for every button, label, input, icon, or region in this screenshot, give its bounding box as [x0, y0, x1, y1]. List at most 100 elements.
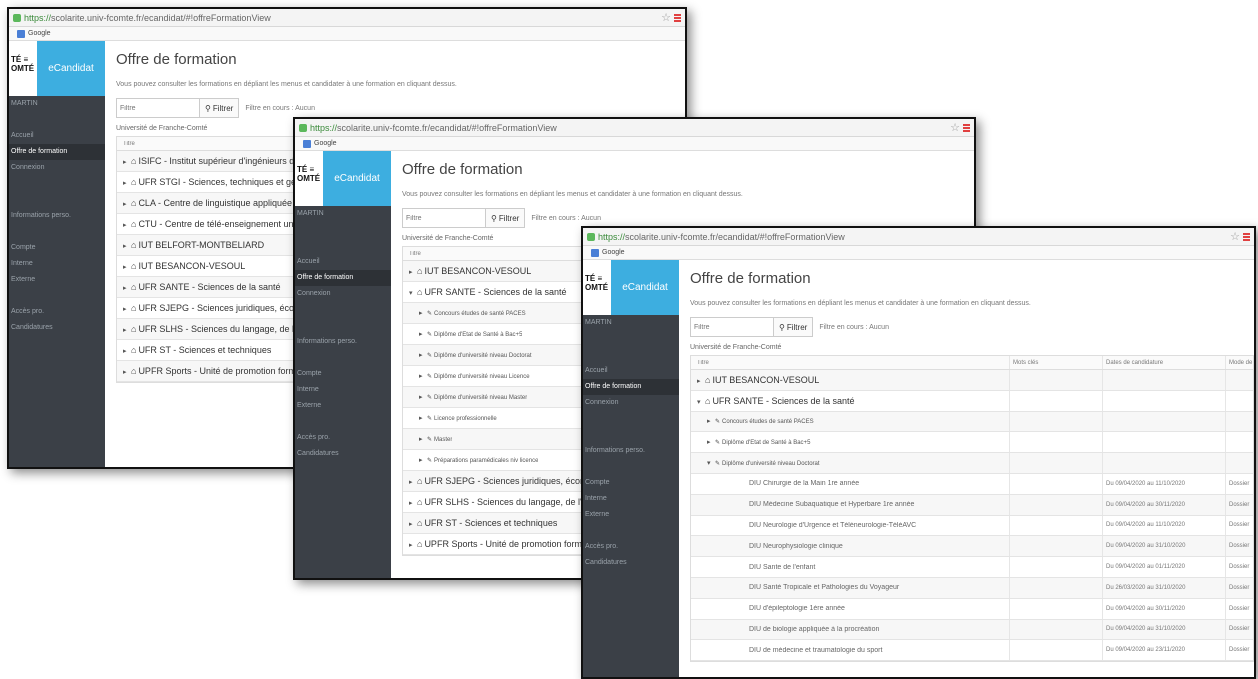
- filter-button[interactable]: ⚲ Filtrer: [486, 208, 526, 228]
- chevron-right-icon[interactable]: ▸: [123, 368, 131, 376]
- table-row[interactable]: ▾ ✎ Diplôme d'université niveau Doctorat: [691, 453, 1253, 474]
- sidebar-item[interactable]: Interne: [295, 382, 391, 398]
- sidebar-item[interactable]: Externe: [295, 398, 391, 414]
- chevron-right-icon[interactable]: ▸: [123, 284, 131, 292]
- sidebar-item[interactable]: Connexion: [583, 395, 679, 411]
- bookmark-google[interactable]: Google: [28, 30, 51, 37]
- chevron-right-icon[interactable]: ▸: [419, 351, 427, 359]
- row-title[interactable]: ▸ ✎ Diplôme d'université niveau Licence: [403, 372, 530, 380]
- row-title[interactable]: DIU Chirurgie de la Main 1re année: [691, 480, 1009, 487]
- chevron-right-icon[interactable]: ▸: [123, 221, 131, 229]
- table-row[interactable]: ▸ ⌂ IUT BESANCON-VESOUL: [691, 370, 1253, 391]
- table-row[interactable]: DIU Neurophysiologie clinique Du 09/04/20…: [691, 536, 1253, 558]
- row-title[interactable]: ▸ ✎ Concours études de santé PACES: [691, 417, 1009, 425]
- sidebar-item[interactable]: Accueil: [9, 128, 105, 144]
- row-title[interactable]: ▸ ✎ Concours études de santé PACES: [403, 309, 526, 317]
- row-title[interactable]: DIU Médecine Subaquatique et Hyperbare 1…: [691, 501, 1009, 508]
- chevron-right-icon[interactable]: ▸: [419, 330, 427, 338]
- sidebar-item[interactable]: MARTIN: [295, 206, 391, 222]
- address-bar[interactable]: https:// scolarite.univ-fcomte.fr/ecandi…: [583, 228, 1254, 246]
- chevron-right-icon[interactable]: ▸: [123, 200, 131, 208]
- sidebar-item[interactable]: Interne: [583, 491, 679, 507]
- chevron-right-icon[interactable]: ▸: [409, 499, 417, 507]
- sidebar-item[interactable]: Connexion: [9, 160, 105, 176]
- chevron-right-icon[interactable]: ▸: [419, 309, 427, 317]
- app-name[interactable]: eCandidat: [611, 260, 679, 315]
- row-title[interactable]: DIU Sante de l'enfant: [691, 564, 1009, 571]
- row-title[interactable]: ▸ ⌂ CLA - Centre de linguistique appliquée: [117, 198, 292, 208]
- chevron-right-icon[interactable]: ▸: [707, 417, 715, 425]
- app-name[interactable]: eCandidat: [37, 41, 105, 96]
- address-bar[interactable]: https:// scolarite.univ-fcomte.fr/ecandi…: [295, 119, 974, 137]
- chevron-right-icon[interactable]: ▸: [123, 179, 131, 187]
- filter-input[interactable]: [690, 317, 774, 337]
- app-name[interactable]: eCandidat: [323, 151, 391, 206]
- sidebar-item[interactable]: Compte: [295, 366, 391, 382]
- sidebar-item[interactable]: Candidatures: [295, 446, 391, 462]
- bookmark-google[interactable]: Google: [602, 249, 625, 256]
- chevron-right-icon[interactable]: ▸: [123, 242, 131, 250]
- table-row[interactable]: ▸ ✎ Diplôme d'Etat de Santé à Bac+5: [691, 432, 1253, 454]
- row-title[interactable]: ▸ ⌂ UFR ST - Sciences et techniques: [117, 345, 271, 355]
- sidebar-item[interactable]: Compte: [9, 240, 105, 256]
- sidebar-item[interactable]: Accès pro.: [9, 304, 105, 320]
- chevron-right-icon[interactable]: ▸: [419, 456, 427, 464]
- sidebar-item[interactable]: Accès pro.: [295, 430, 391, 446]
- chevron-down-icon[interactable]: ▾: [707, 459, 715, 467]
- sidebar-item[interactable]: Informations perso.: [583, 443, 679, 459]
- sidebar-item[interactable]: MARTIN: [9, 96, 105, 112]
- table-row[interactable]: DIU Chirurgie de la Main 1re année Du 09/…: [691, 473, 1253, 495]
- sidebar-item[interactable]: Interne: [9, 256, 105, 272]
- menu-icon[interactable]: [674, 13, 681, 22]
- chevron-right-icon[interactable]: ▸: [419, 435, 427, 443]
- row-title[interactable]: ▾ ⌂ UFR SANTE - Sciences de la santé: [403, 287, 567, 297]
- sidebar-item[interactable]: Externe: [9, 272, 105, 288]
- chevron-right-icon[interactable]: ▸: [409, 478, 417, 486]
- sidebar-item[interactable]: Informations perso.: [9, 208, 105, 224]
- sidebar-item[interactable]: Compte: [583, 475, 679, 491]
- address-bar[interactable]: https:// scolarite.univ-fcomte.fr/ecandi…: [9, 9, 685, 27]
- filter-input[interactable]: [116, 98, 200, 118]
- sidebar-item[interactable]: Externe: [583, 507, 679, 523]
- chevron-right-icon[interactable]: ▸: [409, 268, 417, 276]
- row-title[interactable]: ▸ ⌂ IUT BESANCON-VESOUL: [691, 375, 1009, 385]
- table-row[interactable]: DIU de biologie appliquée à la procréati…: [691, 619, 1253, 641]
- chevron-right-icon[interactable]: ▸: [697, 377, 705, 385]
- sidebar-item[interactable]: Offre de formation: [583, 379, 679, 395]
- row-title[interactable]: ▸ ✎ Diplôme d'Etat de Santé à Bac+5: [691, 438, 1009, 446]
- chevron-right-icon[interactable]: ▸: [419, 372, 427, 380]
- chevron-right-icon[interactable]: ▸: [123, 305, 131, 313]
- row-title[interactable]: ▸ ✎ Diplôme d'Etat de Santé à Bac+5: [403, 330, 522, 338]
- row-title[interactable]: DIU de médecine et traumatologie du spor…: [691, 647, 1009, 654]
- row-title[interactable]: DIU Santé Tropicale et Pathologies du Vo…: [691, 584, 1009, 591]
- chevron-right-icon[interactable]: ▸: [409, 520, 417, 528]
- sidebar-item[interactable]: Candidatures: [9, 320, 105, 336]
- sidebar-item[interactable]: Offre de formation: [9, 144, 105, 160]
- table-row[interactable]: DIU Neurologie d'Urgence et Téléneurolog…: [691, 515, 1253, 537]
- chevron-down-icon[interactable]: ▾: [409, 289, 417, 297]
- filter-button[interactable]: ⚲ Filtrer: [774, 317, 814, 337]
- row-title[interactable]: ▸ ⌂ IUT BESANCON-VESOUL: [403, 266, 531, 276]
- bookmark-star-icon[interactable]: ☆: [950, 121, 960, 134]
- chevron-right-icon[interactable]: ▸: [123, 347, 131, 355]
- bookmark-star-icon[interactable]: ☆: [661, 11, 671, 24]
- row-title[interactable]: DIU d'épileptologie 1ère année: [691, 605, 1009, 612]
- chevron-down-icon[interactable]: ▾: [697, 398, 705, 406]
- table-row[interactable]: DIU de médecine et traumatologie du spor…: [691, 640, 1253, 662]
- row-title[interactable]: DIU Neurophysiologie clinique: [691, 543, 1009, 550]
- row-title[interactable]: ▸ ⌂ IUT BESANCON-VESOUL: [117, 261, 245, 271]
- sidebar-item[interactable]: Connexion: [295, 286, 391, 302]
- row-title[interactable]: ▸ ⌂ UFR SANTE - Sciences de la santé: [117, 282, 281, 292]
- row-title[interactable]: ▸ ⌂ UFR ST - Sciences et techniques: [403, 518, 557, 528]
- table-row[interactable]: DIU Santé Tropicale et Pathologies du Vo…: [691, 577, 1253, 599]
- table-row[interactable]: DIU Sante de l'enfant Du 09/04/2020 au 01…: [691, 557, 1253, 578]
- sidebar-item[interactable]: Candidatures: [583, 555, 679, 571]
- menu-icon[interactable]: [1243, 232, 1250, 241]
- row-title[interactable]: DIU Neurologie d'Urgence et Téléneurolog…: [691, 522, 1009, 529]
- row-title[interactable]: ▸ ✎ Licence professionnelle: [403, 414, 497, 422]
- row-title[interactable]: ▾ ✎ Diplôme d'université niveau Doctorat: [691, 459, 1009, 467]
- menu-icon[interactable]: [963, 123, 970, 132]
- filter-button[interactable]: ⚲ Filtrer: [200, 98, 240, 118]
- chevron-right-icon[interactable]: ▸: [409, 541, 417, 549]
- chevron-right-icon[interactable]: ▸: [419, 393, 427, 401]
